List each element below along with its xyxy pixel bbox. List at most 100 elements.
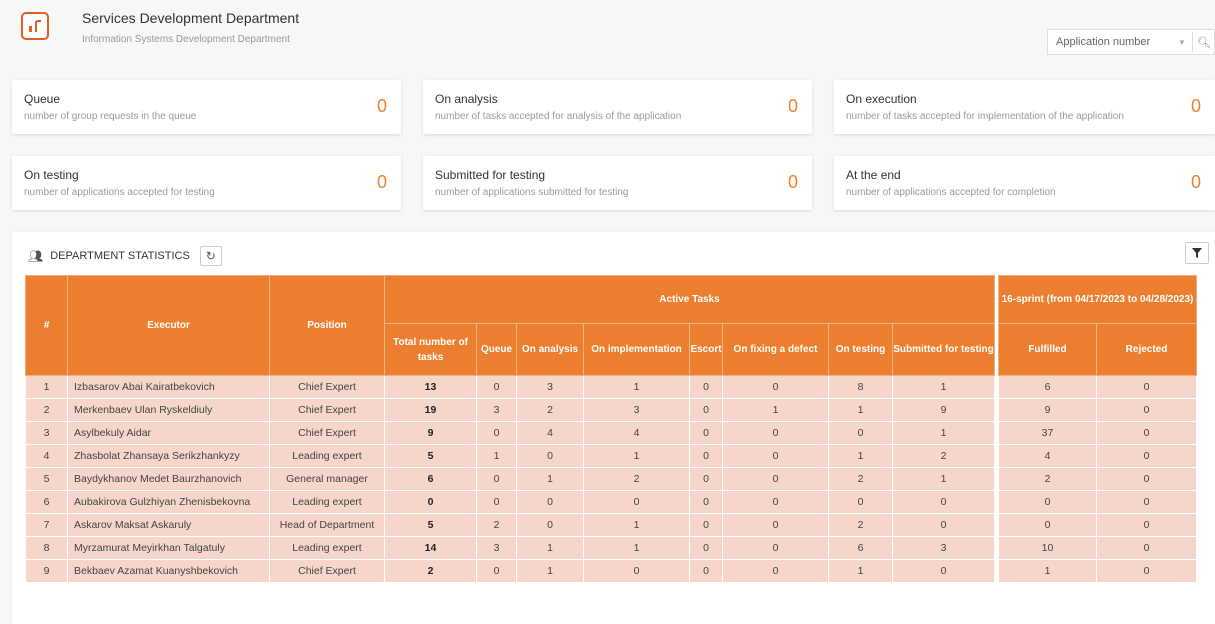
cell-number: 8 [25, 536, 68, 560]
cell-submitted-for-testing: 9 [892, 398, 995, 422]
table-row: 8 Myrzamurat Meyirkhan Talgatuly Leading e… [25, 536, 1197, 560]
col-group-active-tasks: Active Tasks [384, 275, 995, 324]
cell-on-fixing-defect: 0 [722, 421, 829, 445]
cell-total: 6 [384, 467, 477, 491]
cell-submitted-for-testing: 1 [892, 421, 995, 445]
cell-queue: 1 [476, 444, 517, 468]
card-description: number of tasks accepted for analysis of… [435, 111, 682, 122]
card-description: number of tasks accepted for implementat… [846, 111, 1124, 122]
cell-on-testing: 2 [828, 513, 893, 537]
cell-escort: 0 [689, 536, 723, 560]
cell-position: Head of Department [269, 513, 385, 537]
cell-submitted-for-testing: 0 [892, 490, 995, 514]
cell-on-testing: 1 [828, 559, 893, 583]
cell-queue: 2 [476, 513, 517, 537]
cell-executor[interactable]: Asylbekuly Aidar [67, 421, 270, 445]
cell-position: General manager [269, 467, 385, 491]
stats-title: DEPARTMENT STATISTICS [50, 250, 190, 262]
cell-executor[interactable]: Aubakirova Gulzhiyan Zhenisbekovna [67, 490, 270, 514]
cell-total: 2 [384, 559, 477, 583]
card-title: On execution [846, 92, 917, 106]
card-title: Queue [24, 92, 61, 106]
logo-icon [29, 20, 41, 32]
cell-executor[interactable]: Zhasbolat Zhansaya Serikzhankyzy [67, 444, 270, 468]
cell-on-analysis: 2 [516, 398, 584, 422]
cell-rejected: 0 [1096, 398, 1197, 422]
col-header-on-testing: On testing [828, 323, 893, 376]
cell-on-implementation: 1 [583, 375, 690, 399]
cell-on-implementation: 1 [583, 536, 690, 560]
cell-fulfilled: 9 [998, 398, 1097, 422]
cell-fulfilled: 2 [998, 467, 1097, 491]
cell-rejected: 0 [1096, 444, 1197, 468]
cell-position: Leading expert [269, 444, 385, 468]
cell-queue: 3 [476, 398, 517, 422]
search-icon[interactable]: 🔍︎ [1197, 36, 1211, 49]
cell-on-analysis: 4 [516, 421, 584, 445]
cell-position: Leading expert [269, 490, 385, 514]
application-number-select[interactable]: Application number ▼ 🔍︎ [1047, 29, 1215, 55]
cell-on-analysis: 3 [516, 375, 584, 399]
cell-submitted-for-testing: 1 [892, 375, 995, 399]
refresh-button[interactable]: ↻ [199, 246, 222, 266]
table-row: 6 Aubakirova Gulzhiyan Zhenisbekovna Leadi… [25, 490, 1197, 514]
chevron-down-icon[interactable]: ▼ [1178, 38, 1192, 47]
cell-executor[interactable]: Izbasarov Abai Kairatbekovich [67, 375, 270, 399]
cell-executor[interactable]: Bekbaev Azamat Kuanyshbekovich [67, 559, 270, 583]
cell-submitted-for-testing: 0 [892, 559, 995, 583]
col-header-on-implementation: On implementation [583, 323, 690, 376]
cell-executor[interactable]: Myrzamurat Meyirkhan Talgatuly [67, 536, 270, 560]
users-icon: 👥︎ [28, 249, 44, 263]
cell-queue: 0 [476, 490, 517, 514]
col-group-sprint: 16-sprint (from 04/17/2023 to 04/28/2023… [998, 275, 1197, 324]
cell-number: 3 [25, 421, 68, 445]
cell-rejected: 0 [1096, 490, 1197, 514]
cell-on-analysis: 1 [516, 559, 584, 583]
cell-on-testing: 8 [828, 375, 893, 399]
card-at-the-end: At the end number of applications accept… [834, 156, 1215, 210]
col-header-on-analysis: On analysis [516, 323, 584, 376]
app-logo[interactable] [21, 12, 49, 40]
cell-on-fixing-defect: 0 [722, 444, 829, 468]
cell-rejected: 0 [1096, 513, 1197, 537]
cell-on-implementation: 4 [583, 421, 690, 445]
cell-position: Chief Expert [269, 398, 385, 422]
card-submitted-for-testing: Submitted for testing number of applicat… [423, 156, 812, 210]
cell-position: Leading expert [269, 536, 385, 560]
col-header-executor: Executor [67, 275, 270, 376]
cell-on-implementation: 2 [583, 467, 690, 491]
cell-executor[interactable]: Merkenbaev Ulan Ryskeldiuly [67, 398, 270, 422]
cell-on-testing: 0 [828, 490, 893, 514]
cell-submitted-for-testing: 3 [892, 536, 995, 560]
card-value: 0 [787, 172, 798, 192]
cell-executor[interactable]: Baydykhanov Medet Baurzhanovich [67, 467, 270, 491]
col-header-submitted-for-testing: Submitted for testing [892, 323, 995, 376]
cell-escort: 0 [689, 375, 723, 399]
card-on-testing: On testing number of applications accept… [12, 156, 401, 210]
cell-total: 0 [384, 490, 477, 514]
cell-submitted-for-testing: 2 [892, 444, 995, 468]
col-header-queue: Queue [476, 323, 517, 376]
page-subtitle: Information Systems Development Departme… [82, 34, 290, 45]
filter-button[interactable] [1185, 242, 1209, 264]
cell-escort: 0 [689, 421, 723, 445]
cell-on-testing: 6 [828, 536, 893, 560]
cell-queue: 0 [476, 421, 517, 445]
filter-icon [1192, 248, 1202, 258]
cell-number: 7 [25, 513, 68, 537]
card-description: number of group requests in the queue [24, 111, 197, 122]
table-row: 5 Baydykhanov Medet Baurzhanovich General … [25, 467, 1197, 491]
cell-fulfilled: 10 [998, 536, 1097, 560]
cell-position: Chief Expert [269, 421, 385, 445]
cell-on-fixing-defect: 1 [722, 398, 829, 422]
cell-position: Chief Expert [269, 559, 385, 583]
cell-executor[interactable]: Askarov Maksat Askaruly [67, 513, 270, 537]
cell-position: Chief Expert [269, 375, 385, 399]
col-header-escort: Escort [689, 323, 723, 376]
cell-submitted-for-testing: 0 [892, 513, 995, 537]
table-body: 1 Izbasarov Abai Kairatbekovich Chief Expe… [25, 375, 1197, 583]
cell-on-analysis: 1 [516, 536, 584, 560]
card-value: 0 [787, 96, 798, 116]
cell-on-implementation: 1 [583, 513, 690, 537]
cell-number: 9 [25, 559, 68, 583]
